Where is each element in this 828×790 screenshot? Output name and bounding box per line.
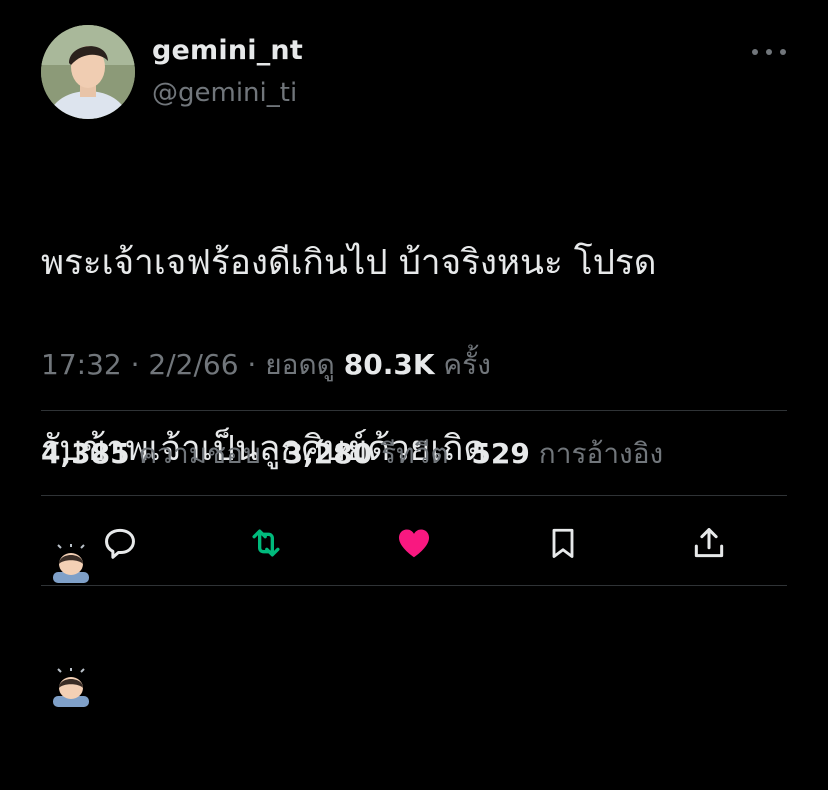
tweet-text: พระเจ้าเจฟร้องดีเกินไป บ้าจริงหนะ โปรด ร… bbox=[41, 170, 801, 790]
views-unit: ครั้ง bbox=[443, 348, 491, 381]
likes-count: 4,385 bbox=[41, 437, 130, 470]
quotes-count: 529 bbox=[471, 437, 530, 470]
divider bbox=[41, 585, 787, 586]
quotes-label: การอ้างอิง bbox=[538, 437, 664, 470]
avatar[interactable] bbox=[41, 25, 135, 119]
views-label: ยอดดู bbox=[265, 348, 335, 381]
retweets-count: 3,280 bbox=[283, 437, 373, 470]
bowing-man-emoji bbox=[49, 604, 93, 728]
retweet-icon[interactable] bbox=[246, 523, 286, 563]
reply-icon[interactable] bbox=[100, 523, 140, 563]
avatar-photo bbox=[41, 25, 135, 119]
display-name[interactable]: gemini_nt bbox=[152, 35, 303, 66]
more-options-icon[interactable] bbox=[752, 40, 786, 64]
bookmark-icon[interactable] bbox=[543, 523, 583, 563]
likes-stat[interactable]: 4,385 ความชอบ bbox=[41, 437, 270, 470]
share-icon[interactable] bbox=[689, 523, 729, 563]
retweets-stat[interactable]: 3,280 รีทวีต bbox=[284, 437, 458, 470]
tweet-stats: 4,385 ความชอบ 3,280 รีทวีต 529 การอ้างอิ… bbox=[41, 432, 677, 476]
meta-separator: · bbox=[121, 348, 149, 381]
user-handle[interactable]: @gemini_ti bbox=[152, 78, 297, 108]
retweets-label: รีทวีต bbox=[381, 437, 449, 470]
views-count: 80.3K bbox=[343, 348, 435, 381]
heart-icon[interactable] bbox=[394, 523, 434, 563]
divider bbox=[41, 495, 787, 496]
tweet-time[interactable]: 17:32 bbox=[41, 348, 122, 381]
tweet-line-1: พระเจ้าเจฟร้องดีเกินไป บ้าจริงหนะ โปรด bbox=[41, 243, 657, 283]
tweet-meta: 17:32 · 2/2/66 · ยอดดู 80.3K ครั้ง bbox=[41, 343, 491, 387]
tweet-date[interactable]: 2/2/66 bbox=[148, 348, 238, 381]
divider bbox=[41, 410, 787, 411]
quotes-stat[interactable]: 529 การอ้างอิง bbox=[471, 437, 663, 470]
meta-separator: · bbox=[238, 348, 266, 381]
likes-label: ความชอบ bbox=[138, 437, 261, 470]
action-bar bbox=[0, 523, 828, 563]
